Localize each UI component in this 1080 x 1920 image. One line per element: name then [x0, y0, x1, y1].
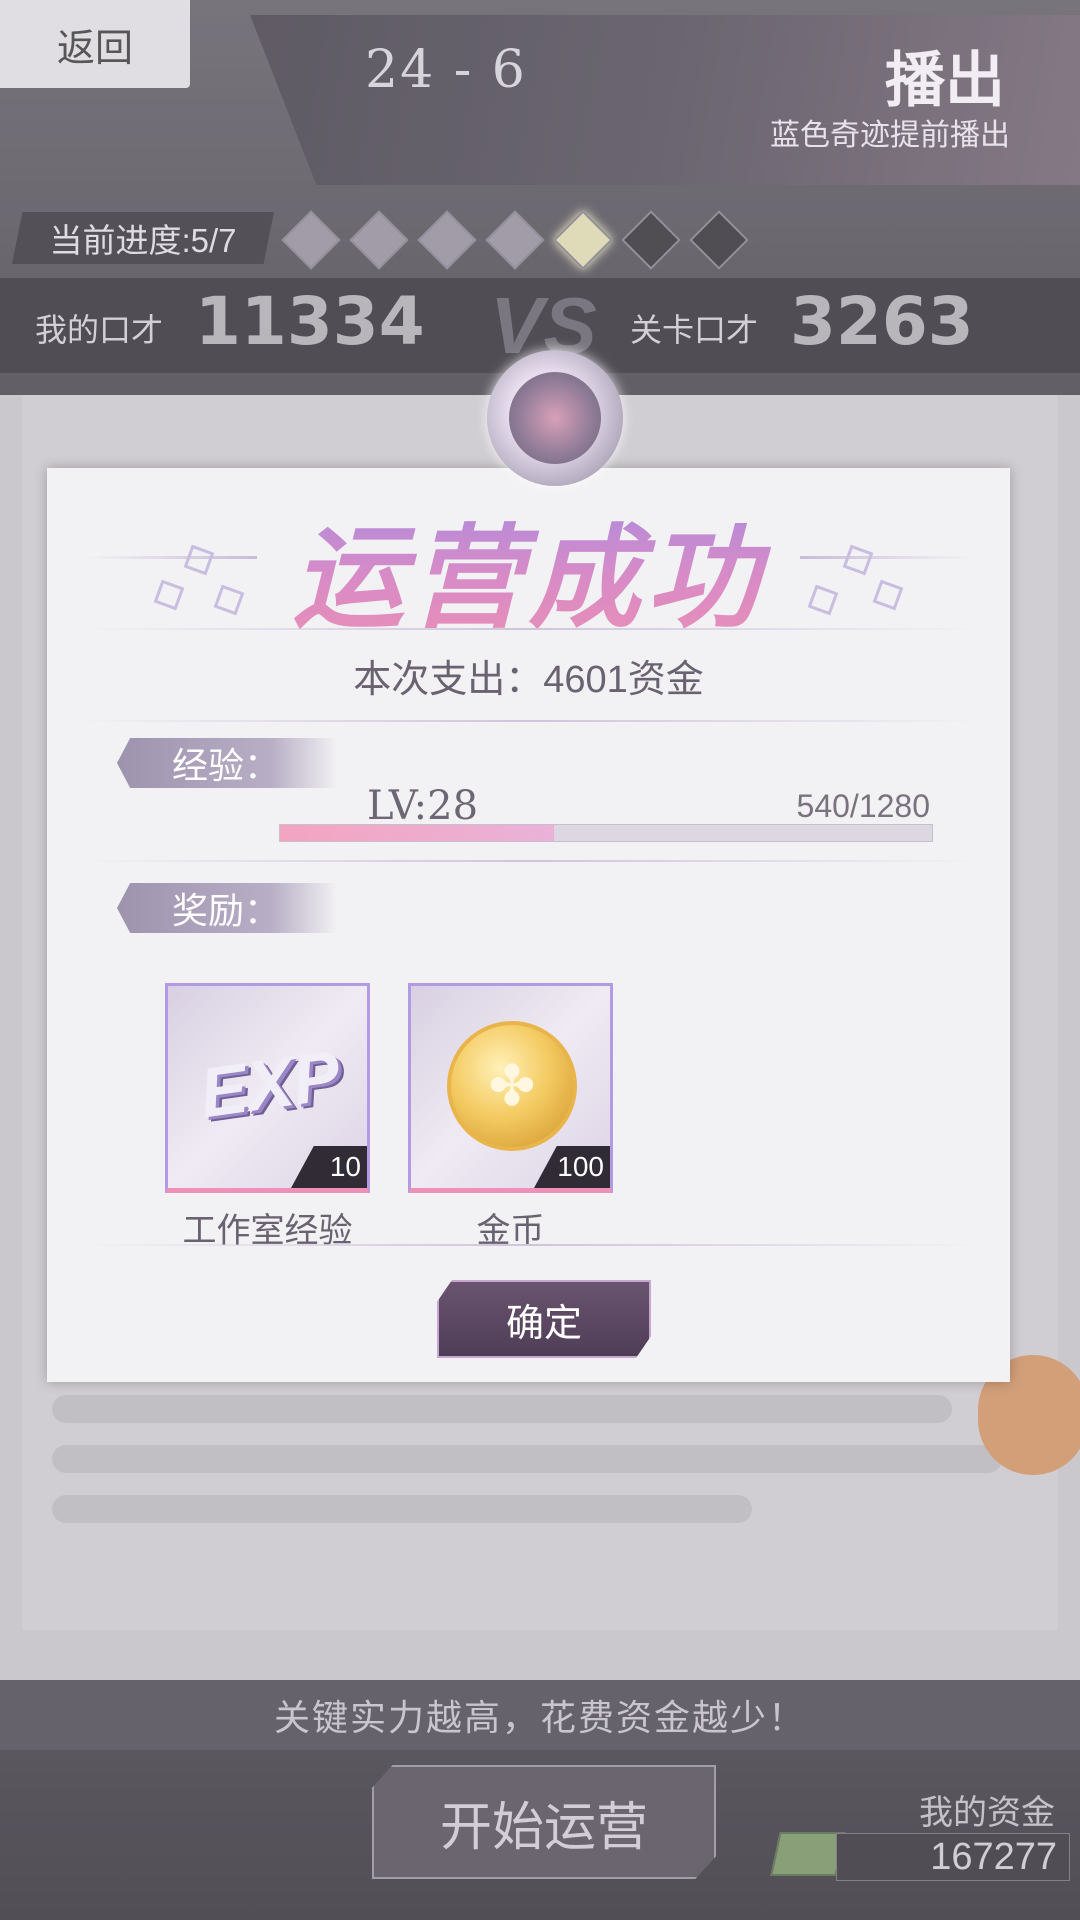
sparkle-orb-icon [487, 350, 623, 486]
reward-item-studio-exp[interactable]: EXP 10 [165, 983, 370, 1193]
experience-bar-fill [280, 825, 554, 841]
reward-item-gold-coin[interactable]: ✤ 100 [408, 983, 613, 1193]
title-banner: 运营成功 [47, 488, 1010, 641]
experience-bar [279, 824, 933, 842]
reward-count: 10 [291, 1146, 367, 1188]
level-label: LV:28 [367, 783, 479, 829]
divider [77, 720, 980, 722]
success-title: 运营成功 [47, 488, 1010, 650]
reward-count: 100 [534, 1146, 610, 1188]
expense-text: 本次支出：4601资金 [353, 659, 704, 701]
exp-icon: EXP [195, 1035, 345, 1132]
experience-section-tag: 经验： [117, 738, 337, 788]
divider [77, 628, 980, 630]
reward-section-tag: 奖励： [117, 883, 337, 933]
coin-icon: ✤ [447, 1021, 577, 1151]
result-dialog: 运营成功 本次支出：4601资金 经验： LV:28 540/1280 奖励： … [47, 468, 1010, 1382]
confirm-button[interactable]: 确定 [437, 1280, 651, 1358]
experience-count: 540/1280 [796, 788, 930, 824]
orb-core [509, 372, 601, 464]
divider [77, 860, 980, 862]
divider [77, 1244, 980, 1246]
